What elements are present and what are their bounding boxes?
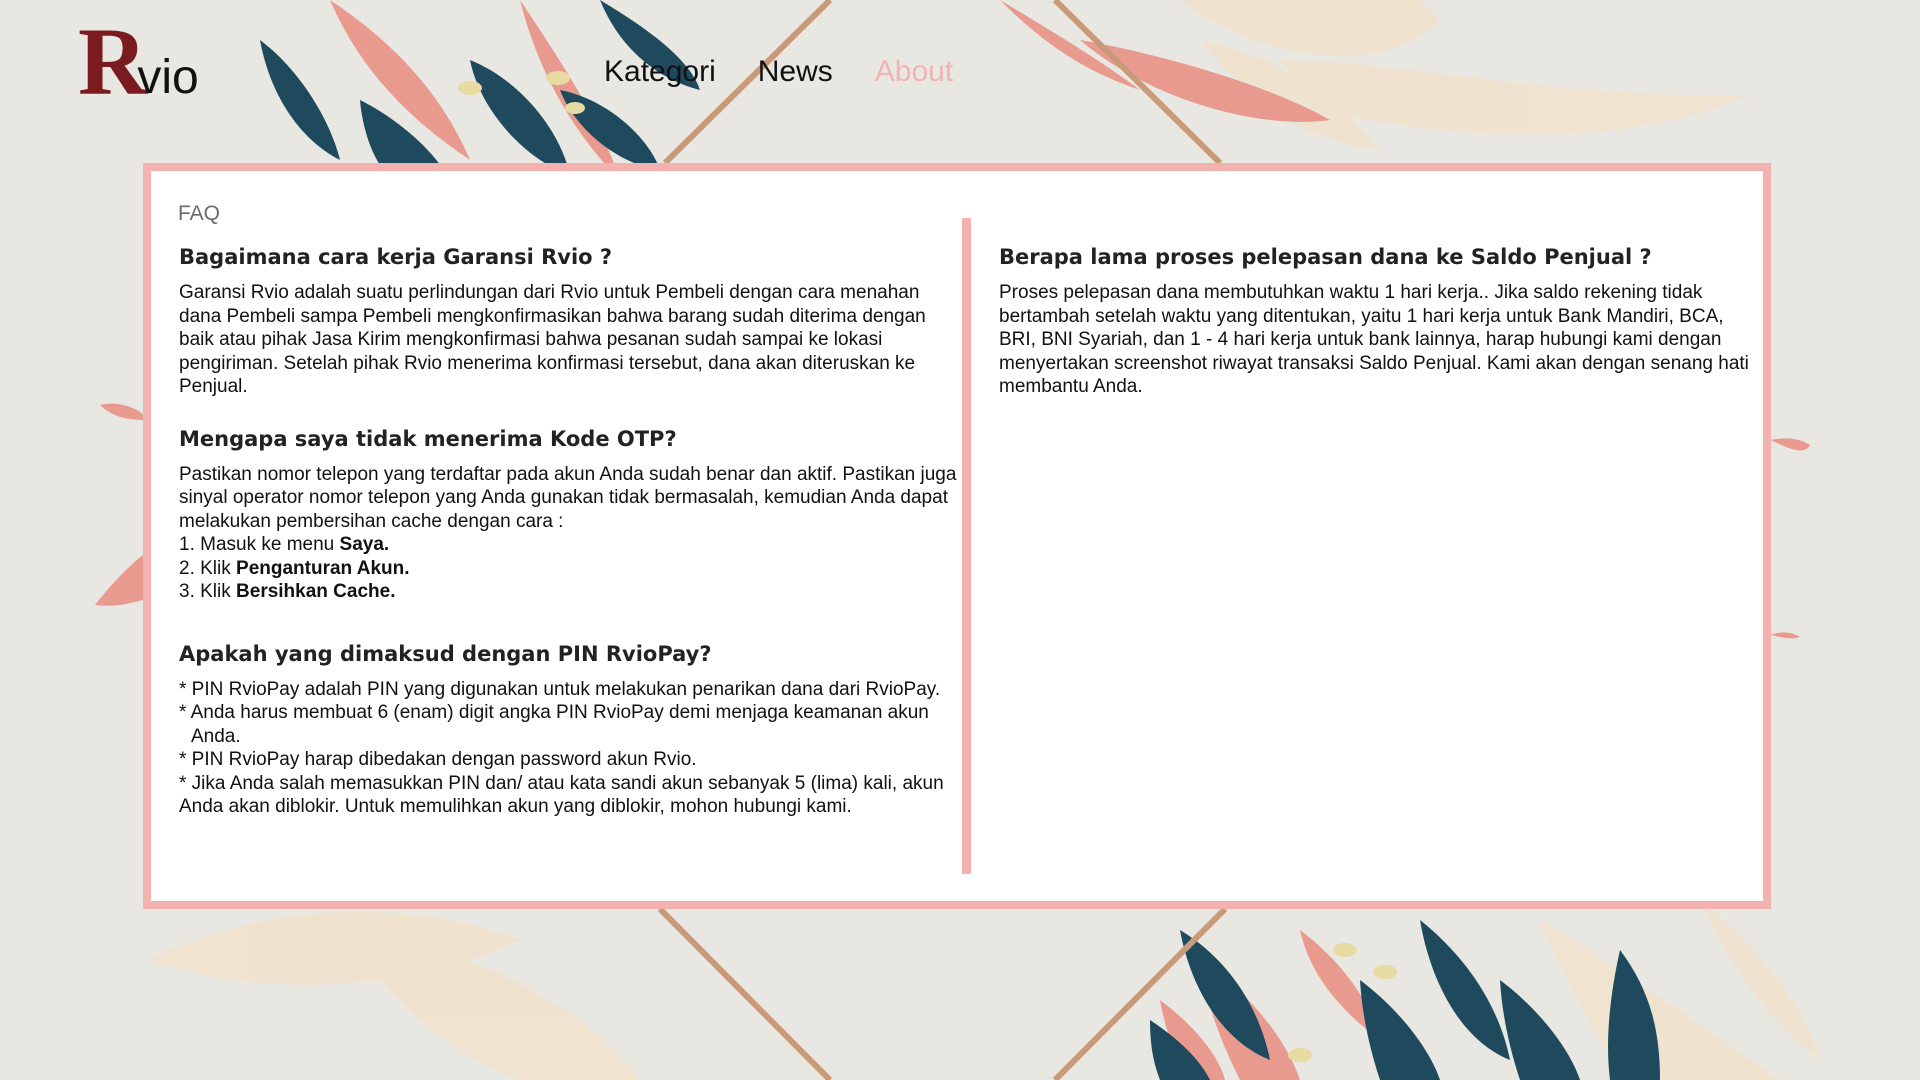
faq-bullet: * PIN RvioPay harap dibedakan dengan pas… (179, 749, 697, 770)
faq-item-garansi: Bagaimana cara kerja Garansi Rvio ? Gara… (179, 243, 961, 399)
faq-step: 2. Klik Penganturan Akun. (179, 557, 410, 579)
faq-right-column: Berapa lama proses pelepasan dana ke Sal… (999, 243, 1759, 399)
faq-step: 1. Masuk ke menu Saya. (179, 534, 390, 555)
faq-question: Bagaimana cara kerja Garansi Rvio ? (179, 245, 613, 269)
main-nav: Kategori News About (604, 54, 953, 90)
faq-step: 3. Klik Bersihkan Cache. (179, 581, 396, 602)
faq-bullet: * Jika Anda salah memasukkan PIN dan/ at… (179, 772, 944, 818)
faq-answer: Garansi Rvio adalah suatu perlindungan d… (179, 282, 926, 397)
faq-left-column: Bagaimana cara kerja Garansi Rvio ? Gara… (179, 243, 961, 819)
faq-bullet: * PIN RvioPay adalah PIN yang digunakan … (179, 678, 941, 700)
faq-item-pin: Apakah yang dimaksud dengan PIN RvioPay?… (179, 640, 961, 819)
nav-news[interactable]: News (758, 54, 833, 90)
faq-item-otp: Mengapa saya tidak menerima Kode OTP? Pa… (179, 425, 961, 604)
faq-item-saldo: Berapa lama proses pelepasan dana ke Sal… (999, 243, 1759, 399)
nav-kategori[interactable]: Kategori (604, 54, 716, 90)
faq-panel: FAQ Bagaimana cara kerja Garansi Rvio ? … (143, 163, 1771, 909)
faq-answer-intro: Pastikan nomor telepon yang terdaftar pa… (179, 463, 957, 532)
logo-text: vio (137, 51, 199, 104)
faq-question: Berapa lama proses pelepasan dana ke Sal… (999, 245, 1652, 269)
faq-question: Apakah yang dimaksud dengan PIN RvioPay? (179, 641, 712, 666)
logo[interactable]: R vio (78, 10, 199, 110)
faq-answer: Proses pelepasan dana membutuhkan waktu … (999, 282, 1749, 397)
faq-label: FAQ (178, 202, 221, 225)
column-divider (962, 218, 971, 874)
faq-bullet: * Anda harus membuat 6 (enam) digit angk… (179, 702, 929, 747)
faq-question: Mengapa saya tidak menerima Kode OTP? (179, 426, 677, 451)
nav-about[interactable]: About (875, 54, 953, 90)
